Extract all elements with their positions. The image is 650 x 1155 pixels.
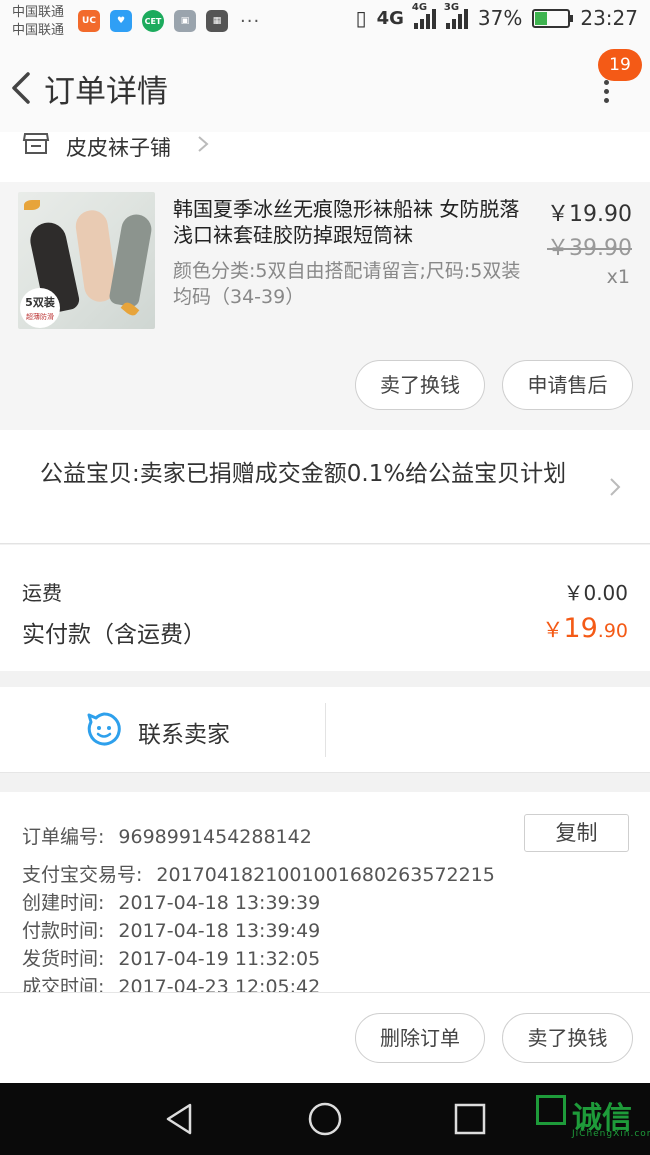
sell-for-cash-button[interactable]: 卖了换钱 xyxy=(502,1013,633,1063)
notification-icons: UC ♥ CET ▣ ▦ ··· xyxy=(78,10,260,32)
battery-icon xyxy=(532,8,574,28)
shipped-time: 2017-04-19 11:32:05 xyxy=(118,948,321,970)
contact-seller-button[interactable]: 联系卖家 xyxy=(138,715,230,749)
product-item[interactable]: 5双装 超薄防滑 韩国夏季冰丝无痕隐形袜船袜 女防脱落浅口袜套硅胶防掉跟短筒袜 … xyxy=(0,182,650,430)
contact-bar: 联系卖家 xyxy=(0,687,650,773)
chat-face-icon[interactable] xyxy=(86,711,122,747)
product-quantity: x1 xyxy=(606,266,630,288)
paid-integer: 19 xyxy=(563,613,598,644)
order-number-row: 订单编号: 9698991454288142 xyxy=(22,822,312,849)
sell-for-cash-button[interactable]: 卖了换钱 xyxy=(355,360,485,410)
back-triangle-icon[interactable] xyxy=(162,1101,198,1137)
back-arrow-icon[interactable] xyxy=(8,68,38,108)
watermark-subtext: JiChengXin.com xyxy=(572,1129,650,1139)
message-count-badge: 19 xyxy=(598,49,642,81)
divider xyxy=(325,703,326,757)
chevron-right-icon xyxy=(610,478,621,496)
after-sale-button[interactable]: 申请售后 xyxy=(502,360,633,410)
paid-amount: ￥19.90 xyxy=(542,613,628,644)
qr-icon: ▦ xyxy=(206,10,228,32)
alipay-trade-row: 支付宝交易号: 2017041821001001680263572215 xyxy=(22,860,495,887)
cet-icon: CET xyxy=(142,10,164,32)
carrier-2: 中国联通 xyxy=(12,23,65,38)
status-bar: 中国联通 中国联通 UC ♥ CET ▣ ▦ ··· ▯ 4G 4G 3G 37… xyxy=(0,0,650,44)
shipping-value: ￥0.00 xyxy=(563,581,628,605)
completed-time-row: 成交时间: 2017-04-23 12:05:42 xyxy=(22,972,320,992)
created-time: 2017-04-18 13:39:39 xyxy=(118,892,321,914)
network-type-1: 4G xyxy=(376,7,404,29)
site-watermark: 诚信 JiChengXin.com xyxy=(532,1091,650,1147)
info-key: 订单编号: xyxy=(22,826,105,848)
charity-text: 公益宝贝:卖家已捐赠成交金额0.1%给公益宝贝计划 xyxy=(40,461,567,487)
carrier-1: 中国联通 xyxy=(12,5,65,20)
signal-network-label-2: 3G xyxy=(443,2,460,13)
product-title: 韩国夏季冰丝无痕隐形袜船袜 女防脱落浅口袜套硅胶防掉跟短筒袜 xyxy=(173,197,520,247)
completed-time: 2017-04-23 12:05:42 xyxy=(118,976,321,992)
more-menu-icon[interactable] xyxy=(596,80,616,110)
delete-order-button[interactable]: 删除订单 xyxy=(355,1013,485,1063)
paid-time: 2017-04-18 13:39:49 xyxy=(118,920,321,942)
product-badge-sub: 超薄防滑 xyxy=(26,313,54,321)
system-nav-bar: 诚信 JiChengXin.com xyxy=(0,1083,650,1155)
home-circle-icon[interactable] xyxy=(307,1101,343,1137)
paid-label: 实付款（含运费） xyxy=(22,622,206,648)
created-time-row: 创建时间: 2017-04-18 13:39:39 xyxy=(22,888,320,915)
status-indicators: ▯ 4G 4G 3G 37% 23:27 xyxy=(355,2,638,30)
bottom-action-bar: 删除订单 卖了换钱 xyxy=(0,992,650,1083)
clock: 23:27 xyxy=(580,6,638,30)
gallery-icon: ▣ xyxy=(174,10,196,32)
paid-decimal: .90 xyxy=(597,620,628,642)
signal-network-label: 4G xyxy=(411,2,428,13)
shipping-label: 运费 xyxy=(22,581,62,605)
product-spec: 颜色分类:5双自由搭配请留言;尺码:5双装 均码（34-39） xyxy=(173,260,521,308)
product-price: ￥19.90 xyxy=(547,202,632,227)
paid-currency: ￥ xyxy=(542,618,564,642)
shop-row[interactable]: 皮皮袜子铺 xyxy=(0,132,650,182)
product-original-price: ￥39.90 xyxy=(547,236,632,261)
recents-square-icon[interactable] xyxy=(452,1101,488,1137)
vibrate-icon: ▯ xyxy=(355,6,367,30)
signal-icon-2: 3G xyxy=(444,2,468,29)
product-image: 5双装 超薄防滑 xyxy=(18,192,155,329)
alipay-trade-number: 2017041821001001680263572215 xyxy=(156,864,495,886)
charity-row[interactable]: 公益宝贝:卖家已捐赠成交金额0.1%给公益宝贝计划 xyxy=(0,430,650,544)
product-badge-main: 5双装 xyxy=(25,296,55,309)
page-title: 订单详情 xyxy=(44,74,168,110)
info-key: 付款时间: xyxy=(22,920,105,942)
order-info: 订单编号: 9698991454288142 复制 支付宝交易号: 20170418… xyxy=(0,792,650,992)
watermark-logo-icon xyxy=(536,1095,566,1125)
nav-bar: 订单详情 19 xyxy=(0,44,650,132)
health-icon: ♥ xyxy=(110,10,132,32)
info-key: 支付宝交易号: xyxy=(22,864,143,886)
paid-time-row: 付款时间: 2017-04-18 13:39:49 xyxy=(22,916,320,943)
product-image-badge: 5双装 超薄防滑 xyxy=(20,288,60,328)
overflow-icon: ··· xyxy=(240,10,261,32)
carrier-labels: 中国联通 中国联通 xyxy=(12,4,64,40)
copy-order-number-button[interactable]: 复制 xyxy=(524,814,629,852)
info-key: 创建时间: xyxy=(22,892,105,914)
signal-icon-1: 4G xyxy=(412,2,436,29)
order-number: 9698991454288142 xyxy=(118,826,312,848)
battery-percent: 37% xyxy=(477,6,523,30)
shipped-time-row: 发货时间: 2017-04-19 11:32:05 xyxy=(22,944,320,971)
uc-browser-icon: UC xyxy=(78,10,100,32)
order-totals: 运费 ￥0.00 实付款（含运费） ￥19.90 xyxy=(0,545,650,671)
shop-name: 皮皮袜子铺 xyxy=(66,136,171,160)
info-key: 成交时间: xyxy=(22,976,105,992)
store-icon xyxy=(22,133,50,154)
chevron-right-icon xyxy=(198,136,209,152)
info-key: 发货时间: xyxy=(22,948,105,970)
